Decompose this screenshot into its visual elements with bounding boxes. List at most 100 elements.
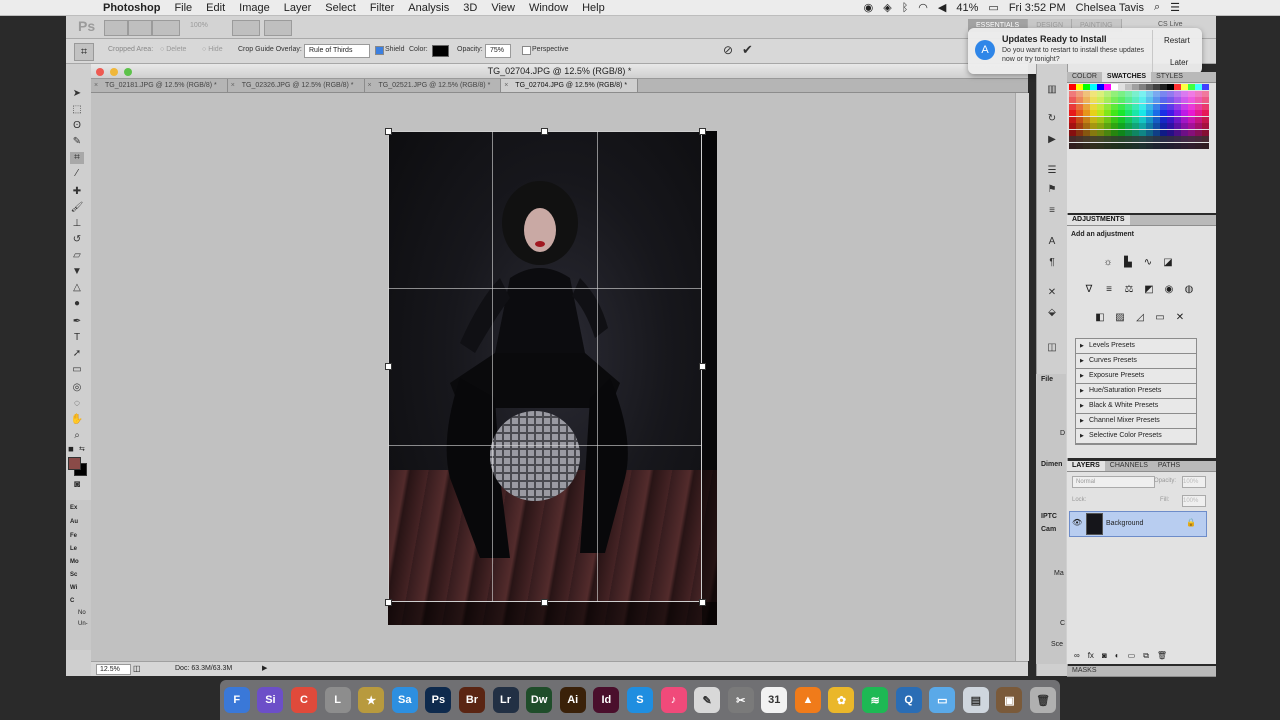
swatch[interactable] [1083,90,1090,97]
swatch[interactable] [1097,97,1104,103]
preset-item[interactable]: Levels Presets [1076,339,1196,354]
swatch[interactable] [1188,103,1195,110]
battery-percent[interactable]: 41% [956,2,978,14]
layer-name[interactable]: Background [1106,520,1143,527]
swatch[interactable] [1125,116,1132,123]
opacity-field[interactable]: 75% [485,44,511,58]
bluetooth-icon[interactable]: ᛒ [902,2,909,14]
swatch[interactable] [1188,129,1195,136]
swatch[interactable] [1139,110,1146,116]
dock-app-icon[interactable]: Br [458,687,485,713]
swatch[interactable] [1069,129,1076,136]
preset-item[interactable]: Black & White Presets [1076,399,1196,414]
screen-mode-button[interactable] [264,20,292,36]
launch-mini-bridge-button[interactable] [128,20,152,36]
delete-layer-icon[interactable]: 🗑 [1157,651,1167,661]
crop-handle-bottom[interactable] [541,599,548,606]
left-panel-item[interactable]: Fe [70,533,77,539]
new-group-icon[interactable]: ▭ [1128,651,1136,661]
move-tool-icon[interactable]: ➤ [70,88,84,100]
swatch[interactable] [1083,97,1090,103]
dock-app-icon[interactable]: Lr [492,687,519,713]
swatch[interactable] [1167,103,1174,110]
healing-brush-tool-icon[interactable]: ✚ [70,186,84,198]
menu-analysis[interactable]: Analysis [408,2,449,14]
swatch[interactable] [1160,90,1167,97]
dock-app-icon[interactable]: C [290,687,317,713]
swatch[interactable] [1104,84,1111,90]
swatch[interactable] [1181,84,1188,90]
swatch[interactable] [1202,110,1209,116]
swatch[interactable] [1111,103,1118,110]
spotlight-icon[interactable]: ⌕ [1154,1,1160,14]
swatch[interactable] [1076,116,1083,123]
swatch[interactable] [1160,110,1167,116]
cs-live-button[interactable]: CS Live [1158,21,1183,28]
swatch[interactable] [1118,116,1125,123]
dock-app-icon[interactable]: Si [257,687,284,713]
cancel-crop-icon[interactable]: ⊘ [723,43,733,57]
swatch[interactable] [1195,110,1202,116]
black-white-icon[interactable]: ◩ [1142,284,1156,296]
swatch[interactable] [1167,129,1174,136]
dock-app-icon[interactable]: ★ [358,687,385,713]
brush-tool-icon[interactable]: 🖌 [70,202,84,214]
swatch[interactable] [1160,129,1167,136]
swatch[interactable] [1195,142,1202,149]
tab-layers[interactable]: LAYERS [1067,461,1105,471]
tab-paths[interactable]: PATHS [1153,461,1185,471]
menu-3d[interactable]: 3D [463,2,477,14]
swatch[interactable] [1195,136,1202,142]
swatch[interactable] [1076,136,1083,142]
swatch[interactable] [1195,116,1202,123]
swatch[interactable] [1111,84,1118,90]
dock-app-icon[interactable]: ▣ [996,687,1023,713]
swatch[interactable] [1111,142,1118,149]
dock-app-icon[interactable]: Dw [526,687,553,713]
swatch[interactable] [1069,90,1076,97]
channel-mixer-icon[interactable]: ◍ [1182,284,1196,296]
view-extras-button[interactable] [152,20,180,36]
foreground-color-swatch[interactable] [68,457,81,470]
selective-color-icon[interactable]: ✕ [1173,312,1187,324]
delete-radio[interactable]: ○ Delete [160,46,186,53]
tab-styles[interactable]: STYLES [1151,72,1188,82]
swatch[interactable] [1090,129,1097,136]
status-info-icon[interactable]: ◫ [133,664,141,673]
swatch[interactable] [1202,97,1209,103]
wifi-icon[interactable]: ◠ [918,1,928,14]
tab-adjustments[interactable]: ADJUSTMENTS [1067,215,1130,225]
posterize-icon[interactable]: ▨ [1113,312,1127,324]
swatch[interactable] [1188,110,1195,116]
swatch[interactable] [1139,123,1146,129]
3d-panel-icon[interactable]: ⬙ [1045,307,1059,319]
swatch[interactable] [1167,136,1174,142]
swatch[interactable] [1076,97,1083,103]
dock-app-icon[interactable]: ✎ [694,687,721,713]
left-panel-item[interactable]: Sc [70,572,77,578]
swatch[interactable] [1090,90,1097,97]
swatch[interactable] [1202,123,1209,129]
swatch[interactable] [1153,116,1160,123]
swatch[interactable] [1069,103,1076,110]
default-colors-icon[interactable]: ◼ [68,445,74,453]
swatch[interactable] [1076,103,1083,110]
eyedropper-tool-icon[interactable]: ⁄ [70,168,84,180]
swatch[interactable] [1104,116,1111,123]
masks-panel-icon[interactable]: ◫ [1045,342,1059,354]
swatch[interactable] [1111,90,1118,97]
link-layers-icon[interactable]: ∞ [1074,651,1080,661]
crop-handle-bottom-right[interactable] [699,599,706,606]
swatch[interactable] [1111,116,1118,123]
lasso-tool-icon[interactable]: ʘ [70,120,84,132]
close-tab-icon[interactable]: × [231,79,235,92]
dock-app-icon[interactable]: F [223,687,250,713]
photo-filter-icon[interactable]: ◉ [1162,284,1176,296]
swatch[interactable] [1167,116,1174,123]
crop-handle-top[interactable] [541,128,548,135]
swatch[interactable] [1139,136,1146,142]
eraser-tool-icon[interactable]: ▱ [70,250,84,262]
threshold-icon[interactable]: ◿ [1133,312,1147,324]
path-selection-tool-icon[interactable]: ➚ [70,348,84,360]
swatch[interactable] [1153,84,1160,90]
